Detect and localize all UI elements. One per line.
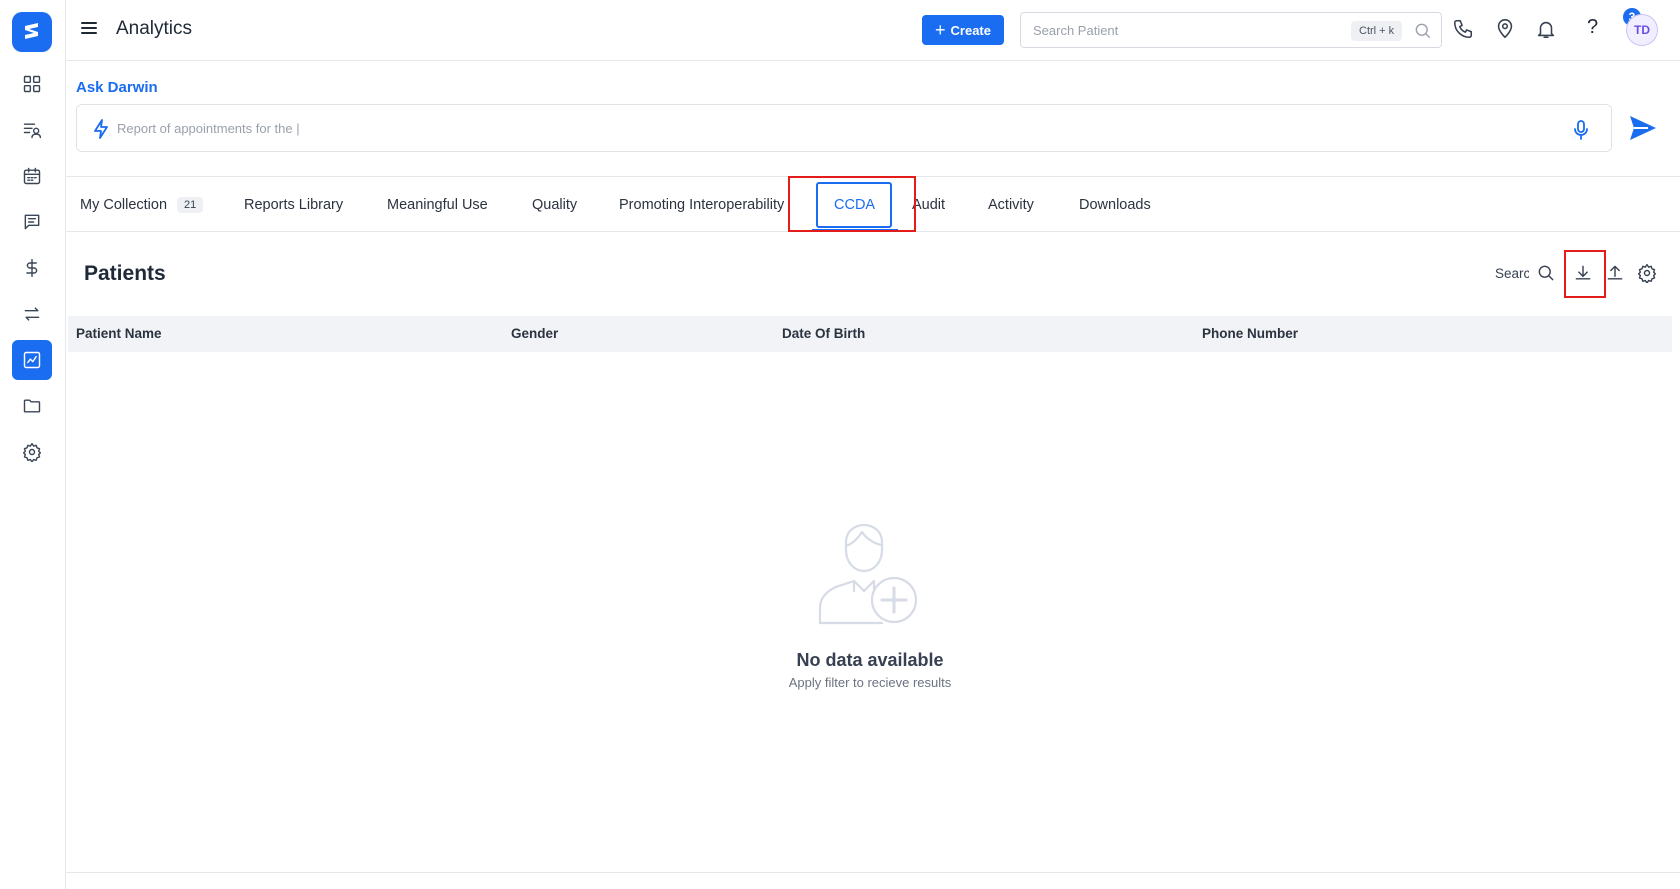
billing-dollar-icon <box>26 258 38 278</box>
ask-darwin-placeholder: Report of appointments for the | <box>117 121 300 136</box>
send-icon[interactable] <box>1628 114 1658 142</box>
column-header-date-of-birth[interactable]: Date Of Birth <box>782 326 865 341</box>
column-header-patient-name[interactable]: Patient Name <box>76 326 162 341</box>
tab-quality[interactable]: Quality <box>532 177 577 232</box>
patient-list-icon <box>23 123 42 139</box>
settings-gear-icon <box>22 442 42 462</box>
bell-icon <box>1537 21 1555 39</box>
ask-darwin-input[interactable]: Report of appointments for the | <box>76 104 1612 152</box>
upload-icon <box>1607 265 1623 280</box>
transfer-icon <box>24 307 40 321</box>
upload-button[interactable] <box>1605 263 1627 285</box>
help-icon[interactable]: ? <box>1587 16 1598 39</box>
sidebar <box>0 0 66 889</box>
sidebar-item-files[interactable] <box>12 386 52 426</box>
tab-audit[interactable]: Audit <box>912 177 945 232</box>
column-header-phone-number[interactable]: Phone Number <box>1202 326 1298 341</box>
folder-icon <box>23 399 41 413</box>
patient-search-input[interactable]: Search Patient Ctrl + k <box>1020 12 1442 48</box>
report-tabs: My Collection 21 Reports Library Meaning… <box>66 176 1680 232</box>
empty-patient-illustration <box>818 523 918 625</box>
microphone-icon[interactable] <box>1571 119 1591 141</box>
download-button[interactable] <box>1573 263 1595 285</box>
empty-state-title: No data available <box>796 650 944 670</box>
download-icon <box>1575 265 1591 280</box>
dashboard-icon <box>23 75 41 93</box>
create-button-label: Create <box>950 22 991 38</box>
sidebar-item-messages[interactable] <box>12 202 52 242</box>
gear-icon <box>1637 263 1657 284</box>
tab-downloads[interactable]: Downloads <box>1079 177 1151 232</box>
logo-icon <box>25 23 38 39</box>
empty-state-subtitle: Apply filter to recieve results <box>788 675 952 690</box>
search-shortcut-hint: Ctrl + k <box>1351 21 1403 41</box>
tab-my-collection[interactable]: My Collection 21 <box>80 177 204 232</box>
tab-meaningful-use[interactable]: Meaningful Use <box>387 177 488 232</box>
tab-activity[interactable]: Activity <box>988 177 1034 232</box>
column-header-gender[interactable]: Gender <box>511 326 558 341</box>
page-title: Analytics <box>116 18 193 39</box>
phone-button[interactable] <box>1452 18 1476 42</box>
plus-icon: + <box>935 20 946 40</box>
search-icon[interactable] <box>1413 21 1433 41</box>
sidebar-item-calendar[interactable] <box>12 156 52 196</box>
app-logo[interactable] <box>12 12 52 52</box>
sidebar-item-analytics[interactable] <box>12 340 52 380</box>
search-placeholder: Search Patient <box>1033 23 1119 38</box>
sidebar-item-settings[interactable] <box>12 432 52 472</box>
tab-ccda[interactable]: CCDA <box>834 177 875 232</box>
table-header: Patient Name Gender Date Of Birth Phone … <box>68 316 1672 352</box>
table-search-button[interactable] <box>1536 263 1558 285</box>
avatar[interactable]: TD <box>1626 14 1658 46</box>
analytics-chart-icon <box>23 351 41 369</box>
tab-label: My Collection <box>80 196 168 213</box>
phone-icon <box>1453 19 1473 39</box>
hamburger-menu-icon[interactable] <box>79 19 99 39</box>
calendar-icon <box>23 167 41 185</box>
location-button[interactable] <box>1494 18 1518 42</box>
lightning-icon <box>94 119 108 139</box>
app-root: Analytics + Create Search Patient Ctrl +… <box>0 0 1680 889</box>
notifications-button[interactable] <box>1535 18 1559 42</box>
top-bar: Analytics + Create Search Patient Ctrl +… <box>66 0 1680 61</box>
active-tab-underline <box>812 229 898 232</box>
search-icon <box>1538 265 1554 281</box>
footer-divider <box>66 872 1680 873</box>
sidebar-item-patients[interactable] <box>12 110 52 150</box>
location-pin-icon <box>1497 19 1513 39</box>
ask-darwin-title: Ask Darwin <box>76 79 158 96</box>
tab-promoting-interoperability[interactable]: Promoting Interoperability <box>619 177 784 232</box>
create-button[interactable]: + Create <box>922 15 1004 45</box>
tab-reports-library[interactable]: Reports Library <box>244 177 343 232</box>
collection-count-badge: 21 <box>177 196 204 213</box>
sidebar-item-transfers[interactable] <box>12 294 52 334</box>
sidebar-item-billing[interactable] <box>12 248 52 288</box>
messages-icon <box>24 214 40 230</box>
table-settings-button[interactable] <box>1637 263 1659 285</box>
section-title: Patients <box>84 262 166 285</box>
sidebar-item-dashboard[interactable] <box>12 64 52 104</box>
table-search-input[interactable]: Search <box>1495 266 1529 281</box>
